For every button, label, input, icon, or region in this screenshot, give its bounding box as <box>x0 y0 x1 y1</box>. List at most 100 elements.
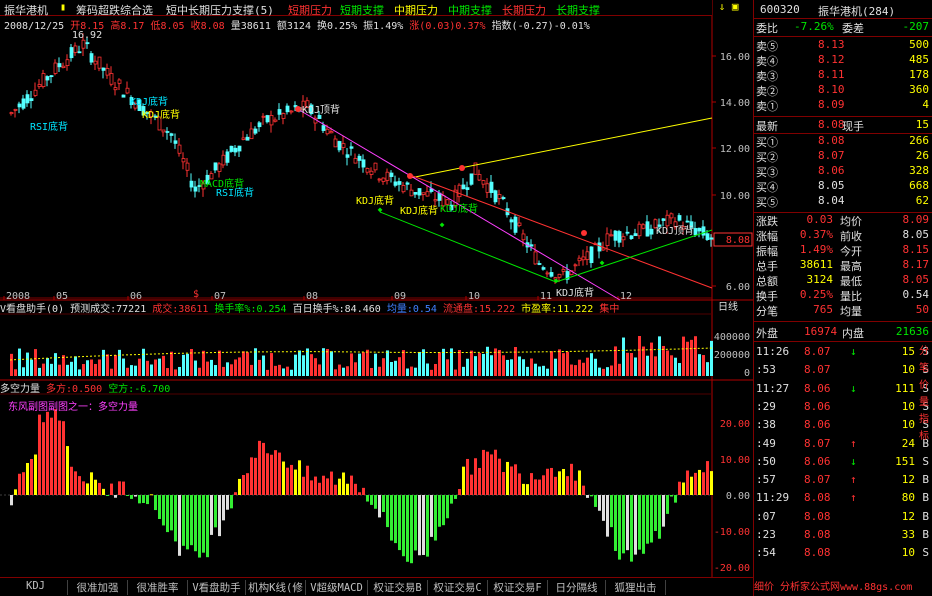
candle-body <box>693 228 698 236</box>
stat-value-2: 8.09 <box>902 213 930 226</box>
tick-price: 8.07 <box>804 363 831 377</box>
tab-7[interactable]: 权证交易C <box>428 580 488 595</box>
candle-body <box>605 233 610 246</box>
tab-10[interactable]: 狐狸出击 <box>606 580 666 595</box>
sell-label: 卖② <box>756 85 778 98</box>
vol-tick-label: 400000 <box>714 332 750 343</box>
volume-bar <box>26 352 29 376</box>
force-bar <box>130 495 133 499</box>
inner-value: 21636 <box>895 325 929 338</box>
force-bar <box>574 480 577 495</box>
tab-4[interactable]: 机构K线(修 <box>246 580 306 595</box>
force-bar <box>122 481 125 495</box>
buy-volume: 328 <box>909 164 929 177</box>
stat-label-2: 均价 <box>840 215 862 228</box>
toolbar-icons[interactable]: ⇓ ▣ <box>712 0 753 16</box>
volume-bar <box>290 369 293 376</box>
force-bar <box>550 467 553 495</box>
candle-body <box>573 264 578 267</box>
period-label: 日线 <box>718 300 738 313</box>
force-bar <box>598 495 601 511</box>
top-marker <box>407 173 413 179</box>
tab-6[interactable]: 权证交易B <box>368 580 428 595</box>
sell-row: 卖⑤ 8.13 500 <box>754 38 932 53</box>
volume-bar <box>458 349 461 376</box>
volume-bar <box>278 364 281 376</box>
side-tab-char[interactable]: 分 <box>919 342 929 357</box>
candle-body <box>405 182 410 185</box>
vol-pred: 预测成交:77221 <box>70 304 147 315</box>
side-tab-char[interactable]: 价 <box>919 376 929 391</box>
candle-body <box>185 162 190 171</box>
force-bar <box>502 471 505 495</box>
force-bar <box>638 495 641 550</box>
tab-2[interactable]: 很准胜率 <box>128 580 188 595</box>
volume-bar <box>62 355 65 376</box>
tick-time: 11:27 <box>756 381 790 395</box>
candle-body <box>165 131 170 133</box>
force-bar <box>510 466 513 495</box>
annotation-label: RSI底背 <box>216 186 254 199</box>
force-bar <box>534 479 537 495</box>
vol-hundred: 百日换手%:84.460 <box>292 304 381 315</box>
volume-bar <box>502 355 505 376</box>
candle-body <box>17 103 22 108</box>
stat-label-2: 量比 <box>840 290 862 303</box>
side-tab-char[interactable]: 量 <box>919 393 929 408</box>
candle-body <box>349 146 354 149</box>
volume-bar <box>214 365 217 376</box>
candle-body <box>613 230 618 241</box>
volume-bar <box>318 364 321 376</box>
volume-bar <box>522 359 525 376</box>
stat-label: 涨跌 <box>756 215 778 228</box>
volume-bar <box>134 365 137 376</box>
tab-1[interactable]: 很准加强 <box>68 580 128 595</box>
volume-bar <box>70 361 73 376</box>
ind-short: 空方:-6.700 <box>108 384 171 395</box>
force-bar <box>322 475 325 495</box>
candle-body <box>269 115 274 126</box>
tab-0[interactable]: KDJ <box>4 580 68 595</box>
force-bar <box>634 495 637 555</box>
candle-body <box>257 122 262 128</box>
tab-5[interactable]: V超级MACD <box>306 580 368 595</box>
candle-body <box>421 192 426 195</box>
candle-body <box>169 133 174 136</box>
side-tab-char[interactable]: 指 <box>919 410 929 425</box>
force-bar <box>234 492 237 495</box>
tab-8[interactable]: 权证交易F <box>488 580 548 595</box>
volume-bar <box>410 366 413 376</box>
force-bar <box>690 476 693 495</box>
panel-divider <box>754 321 932 322</box>
volume-bar <box>434 363 437 376</box>
volume-bar <box>310 354 313 376</box>
volume-bar <box>342 367 345 376</box>
ind-tick-label: 0.00 <box>726 491 750 502</box>
side-tab-char[interactable]: 标 <box>919 427 929 442</box>
force-bar <box>182 495 185 546</box>
title-bar: 振华港机 ▮ 筹码超跌综合选 短中长期压力支撑(5) 短期压力 短期支撑 中期压… <box>0 0 712 17</box>
tab-3[interactable]: V看盘助手 <box>188 580 246 595</box>
tick-volume: 12 <box>901 473 915 487</box>
candle-body <box>417 188 422 196</box>
buy-price: 8.07 <box>818 149 845 162</box>
volume-bar <box>202 350 205 376</box>
buy-price: 8.05 <box>818 179 845 192</box>
force-bar <box>362 487 365 495</box>
volume-bar <box>382 358 385 376</box>
tab-9[interactable]: 日分隔线 <box>548 580 606 595</box>
volume-bar <box>546 368 549 376</box>
candle-body <box>701 226 706 236</box>
buy-row: 买⑤ 8.04 62 <box>754 194 932 209</box>
chart-canvas[interactable]: 16.0014.0012.0010.008.006.008.08日线200805… <box>0 0 753 577</box>
candle-body <box>57 63 62 68</box>
stat-value-2: 8.05 <box>902 273 930 286</box>
ind-tick-label: 20.00 <box>720 419 750 430</box>
stat-value-2: 0.54 <box>902 288 930 301</box>
tick-price: 8.08 <box>804 491 831 505</box>
force-bar <box>230 495 233 509</box>
volume-bar <box>78 369 81 376</box>
force-bar <box>274 450 277 495</box>
last-label: 最新 <box>756 120 778 133</box>
side-tab-char[interactable]: 笔 <box>919 359 929 374</box>
